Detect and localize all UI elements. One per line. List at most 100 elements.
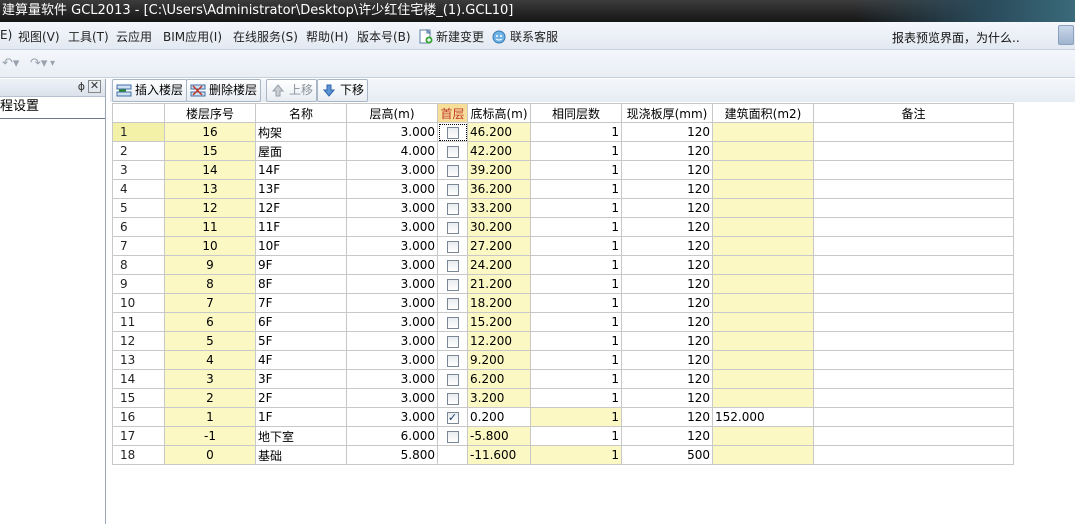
first-floor-cell[interactable]	[437, 426, 468, 446]
row-number-cell[interactable]: 3	[112, 160, 165, 180]
floor-seq-cell[interactable]: -1	[164, 426, 256, 446]
floor-name-cell[interactable]: 1F	[255, 407, 347, 427]
building-area-cell[interactable]	[712, 293, 814, 313]
row-number-cell[interactable]: 9	[112, 274, 165, 294]
base-elevation-cell[interactable]: 21.200	[467, 274, 531, 294]
menu-online-service[interactable]: 在线服务(S)	[233, 28, 298, 45]
checkbox[interactable]	[446, 164, 459, 177]
slab-thickness-cell[interactable]: 120	[621, 407, 713, 427]
first-floor-cell[interactable]	[437, 369, 468, 389]
same-floors-cell[interactable]: 1	[530, 445, 622, 465]
base-elevation-cell[interactable]: 6.200	[467, 369, 531, 389]
remark-cell[interactable]	[813, 388, 1014, 408]
menu-tools[interactable]: 工具(T)	[68, 28, 109, 45]
row-number-cell[interactable]: 1	[112, 122, 165, 142]
floor-name-cell[interactable]: 构架	[255, 122, 347, 142]
floor-height-cell[interactable]: 3.000	[346, 255, 438, 275]
close-icon[interactable]: ✕	[88, 80, 101, 93]
base-elevation-cell[interactable]: 12.200	[467, 331, 531, 351]
floor-name-cell[interactable]: 8F	[255, 274, 347, 294]
new-change-button[interactable]: 新建变更	[417, 28, 484, 45]
checkbox[interactable]	[446, 430, 459, 443]
remark-cell[interactable]	[813, 293, 1014, 313]
table-row[interactable]: 12 5 5F 3.000 12.200 1 120	[112, 331, 1014, 351]
base-elevation-cell[interactable]: 18.200	[467, 293, 531, 313]
slab-thickness-cell[interactable]: 120	[621, 369, 713, 389]
slab-thickness-cell[interactable]: 120	[621, 198, 713, 218]
remark-cell[interactable]	[813, 312, 1014, 332]
floor-seq-cell[interactable]: 10	[164, 236, 256, 256]
checkbox-checked[interactable]: ✓	[446, 411, 459, 424]
building-area-cell[interactable]	[712, 350, 814, 370]
floor-seq-cell[interactable]: 2	[164, 388, 256, 408]
building-area-cell[interactable]	[712, 388, 814, 408]
floor-height-cell[interactable]: 3.000	[346, 350, 438, 370]
checkbox[interactable]	[446, 145, 459, 158]
project-settings-item[interactable]: 程设置	[0, 97, 105, 119]
column-header[interactable]: 备注	[813, 103, 1014, 123]
menu-cloud[interactable]: 云应用	[116, 28, 152, 45]
checkbox[interactable]	[446, 240, 459, 253]
same-floors-cell[interactable]: 1	[530, 331, 622, 351]
checkbox[interactable]	[446, 278, 459, 291]
floor-seq-cell[interactable]: 9	[164, 255, 256, 275]
slab-thickness-cell[interactable]: 120	[621, 217, 713, 237]
menu-view[interactable]: 视图(V)	[18, 28, 60, 45]
floor-height-cell[interactable]: 3.000	[346, 217, 438, 237]
building-area-cell[interactable]	[712, 426, 814, 446]
row-number-cell[interactable]: 7	[112, 236, 165, 256]
floor-name-cell[interactable]: 10F	[255, 236, 347, 256]
floor-height-cell[interactable]: 3.000	[346, 179, 438, 199]
remark-cell[interactable]	[813, 217, 1014, 237]
same-floors-cell[interactable]: 1	[530, 388, 622, 408]
building-area-cell[interactable]	[712, 274, 814, 294]
same-floors-cell[interactable]: 1	[530, 160, 622, 180]
row-number-cell[interactable]: 13	[112, 350, 165, 370]
table-row[interactable]: 18 0 基础 5.800 -11.600 1 500	[112, 445, 1014, 465]
base-elevation-cell[interactable]: 9.200	[467, 350, 531, 370]
floor-seq-cell[interactable]: 5	[164, 331, 256, 351]
table-row[interactable]: 5 12 12F 3.000 33.200 1 120	[112, 198, 1014, 218]
menu-version[interactable]: 版本号(B)	[357, 28, 411, 45]
remark-cell[interactable]	[813, 160, 1014, 180]
same-floors-cell[interactable]: 1	[530, 350, 622, 370]
base-elevation-cell[interactable]: 3.200	[467, 388, 531, 408]
building-area-cell[interactable]	[712, 369, 814, 389]
floor-name-cell[interactable]: 4F	[255, 350, 347, 370]
table-row[interactable]: 15 2 2F 3.000 3.200 1 120	[112, 388, 1014, 408]
building-area-cell[interactable]	[712, 312, 814, 332]
base-elevation-cell[interactable]: 36.200	[467, 179, 531, 199]
floor-name-cell[interactable]: 6F	[255, 312, 347, 332]
row-number-cell[interactable]: 4	[112, 179, 165, 199]
checkbox[interactable]	[446, 335, 459, 348]
first-floor-cell[interactable]	[437, 141, 468, 161]
remark-cell[interactable]	[813, 350, 1014, 370]
same-floors-cell[interactable]: 1	[530, 293, 622, 313]
remark-cell[interactable]	[813, 141, 1014, 161]
row-number-cell[interactable]: 5	[112, 198, 165, 218]
building-area-cell[interactable]	[712, 160, 814, 180]
row-number-cell[interactable]: 12	[112, 331, 165, 351]
base-elevation-cell[interactable]: -11.600	[467, 445, 531, 465]
slab-thickness-cell[interactable]: 120	[621, 236, 713, 256]
slab-thickness-cell[interactable]: 120	[621, 255, 713, 275]
slab-thickness-cell[interactable]: 120	[621, 350, 713, 370]
remark-cell[interactable]	[813, 426, 1014, 446]
floor-seq-cell[interactable]: 0	[164, 445, 256, 465]
contact-support-button[interactable]: 联系客服	[491, 28, 558, 45]
first-floor-cell[interactable]	[437, 331, 468, 351]
first-floor-cell[interactable]	[437, 198, 468, 218]
base-elevation-cell[interactable]: 33.200	[467, 198, 531, 218]
row-number-cell[interactable]: 8	[112, 255, 165, 275]
floor-height-cell[interactable]: 5.800	[346, 445, 438, 465]
floor-name-cell[interactable]: 2F	[255, 388, 347, 408]
floor-seq-cell[interactable]: 16	[164, 122, 256, 142]
undo-icon[interactable]: ↶▾	[2, 56, 19, 71]
slab-thickness-cell[interactable]: 120	[621, 388, 713, 408]
floor-name-cell[interactable]: 7F	[255, 293, 347, 313]
floor-name-cell[interactable]: 地下室	[255, 426, 347, 446]
row-number-cell[interactable]: 6	[112, 217, 165, 237]
slab-thickness-cell[interactable]: 120	[621, 274, 713, 294]
floor-height-cell[interactable]: 3.000	[346, 293, 438, 313]
same-floors-cell[interactable]: 1	[530, 122, 622, 142]
